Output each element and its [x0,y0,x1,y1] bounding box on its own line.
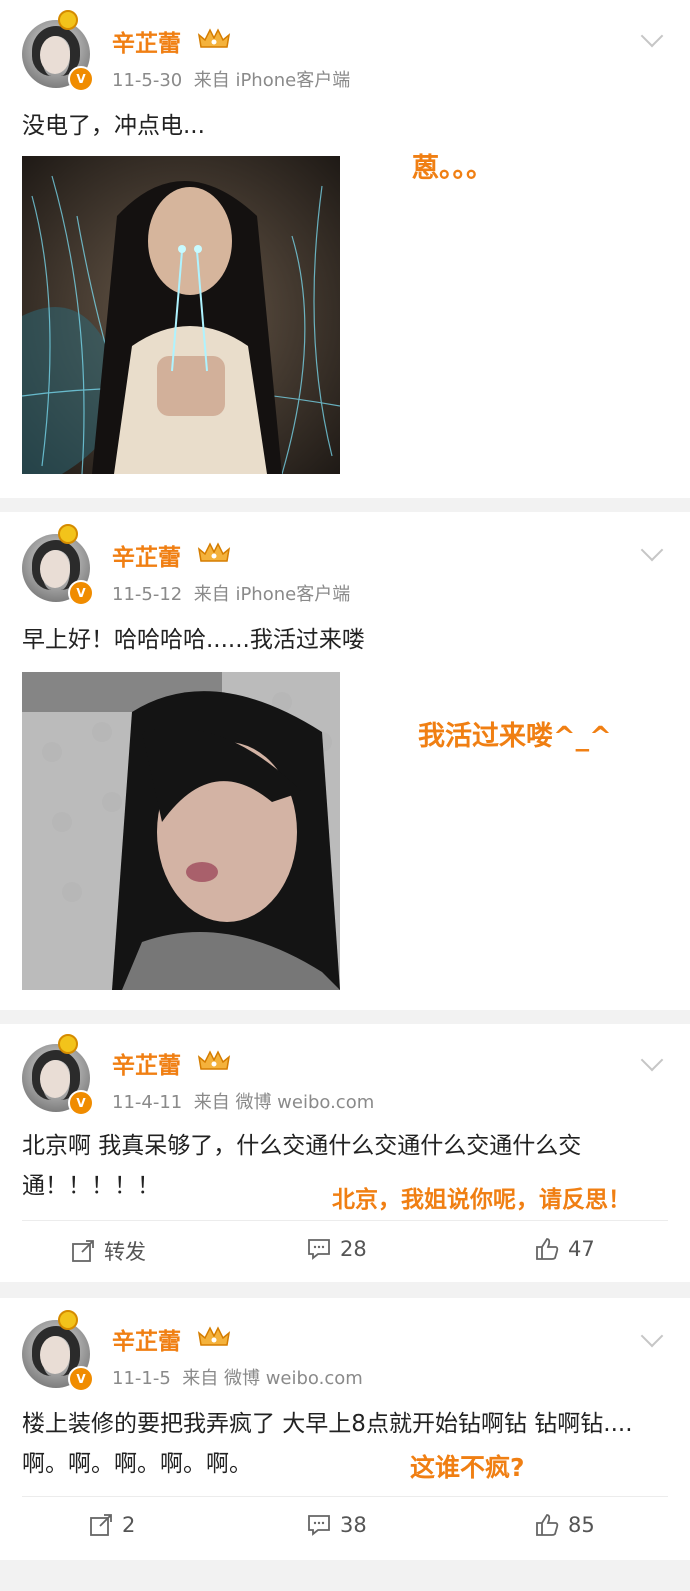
thumbs-up-icon [536,1238,559,1260]
comment-count: 28 [340,1237,367,1261]
caption-overlay: 蒽。。。 [412,153,493,184]
post-card: V 辛芷蕾 11-4-11 来自 微博 weibo.com 北京啊 我真呆够了，… [0,1024,690,1282]
post-meta: 11-4-11 来自 微博 weibo.com [112,1088,374,1114]
caption-overlay: 我活过来喽^_^ [418,721,612,752]
comment-button[interactable]: 28 [306,1236,367,1262]
comment-button[interactable]: 38 [306,1512,367,1538]
repost-button[interactable]: 转发 [70,1236,146,1266]
author-name[interactable]: 辛芷蕾 [112,1322,181,1356]
repost-button[interactable]: 2 [88,1512,135,1538]
post-source: 来自 iPhone客户端 [193,584,351,605]
verified-badge-icon: V [68,1090,94,1116]
vip-crown-icon [197,28,231,48]
post-card: V 辛芷蕾 11-5-30 来自 iPhone客户端 没电了，冲点电... 蒽。… [0,0,690,498]
like-button[interactable]: 85 [534,1512,595,1538]
post-date: 11-4-11 [112,1092,183,1113]
post-date: 11-5-30 [112,70,183,91]
post-source: 来自 iPhone客户端 [193,70,351,91]
author-name[interactable]: 辛芷蕾 [112,24,181,58]
post-photo[interactable] [22,672,340,990]
repost-icon [72,1240,94,1262]
comment-count: 38 [340,1513,367,1537]
comment-icon [308,1239,330,1260]
post-card: V 辛芷蕾 11-5-12 来自 iPhone客户端 早上好！哈哈哈哈.....… [0,512,690,1010]
verified-badge-icon: V [68,1366,94,1392]
post-card: V 辛芷蕾 11-1-5 来自 微博 weibo.com 楼上装修的要把我弄疯了… [0,1298,690,1560]
verified-badge-icon: V [68,66,94,92]
caption-overlay: 北京，我姐说你呢，请反思！ [332,1187,631,1213]
divider [22,1220,668,1221]
like-count: 85 [568,1513,595,1537]
post-photo[interactable] [22,156,340,474]
repost-label: 转发 [104,1240,146,1264]
post-meta: 11-5-12 来自 iPhone客户端 [112,580,350,606]
post-text: 楼上装修的要把我弄疯了 大早上8点就开始钻啊钻 钻啊钻....啊。啊。啊。啊。啊… [22,1411,633,1477]
divider [22,1496,668,1497]
chevron-down-icon[interactable] [640,538,664,562]
post-source: 来自 微博 weibo.com [193,1092,375,1113]
vip-crown-icon [197,1326,231,1346]
vip-crown-icon [197,1050,231,1070]
post-meta: 11-1-5 来自 微博 weibo.com [112,1364,363,1390]
post-date: 11-5-12 [112,584,183,605]
post-meta: 11-5-30 来自 iPhone客户端 [112,66,350,92]
author-name[interactable]: 辛芷蕾 [112,538,181,572]
post-text: 没电了，冲点电... [22,113,205,139]
comment-icon [308,1515,330,1536]
chevron-down-icon[interactable] [640,24,664,48]
repost-icon [90,1514,112,1536]
author-name[interactable]: 辛芷蕾 [112,1046,181,1080]
verified-badge-icon: V [68,580,94,606]
chevron-down-icon[interactable] [640,1048,664,1072]
post-source: 来自 微博 weibo.com [182,1368,363,1389]
like-button[interactable]: 47 [534,1236,595,1262]
chevron-down-icon[interactable] [640,1324,664,1348]
post-date: 11-1-5 [112,1368,171,1389]
like-count: 47 [568,1237,595,1261]
post-text: 早上好！哈哈哈哈......我活过来喽 [22,627,365,653]
caption-overlay: 这谁不疯? [410,1453,525,1482]
vip-crown-icon [197,542,231,562]
thumbs-up-icon [536,1514,559,1536]
repost-count: 2 [122,1513,136,1537]
